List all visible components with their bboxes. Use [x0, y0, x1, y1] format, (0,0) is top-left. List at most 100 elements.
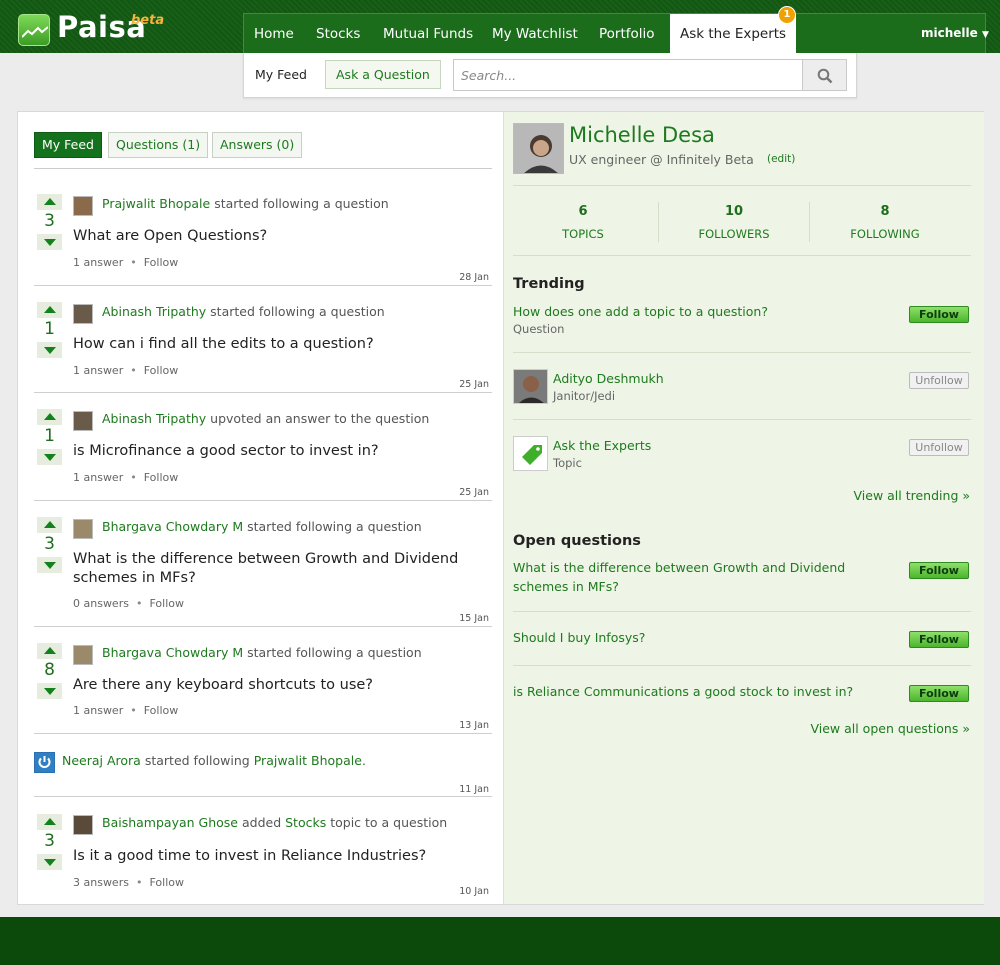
stat-topics[interactable]: 6 TOPICS [508, 204, 658, 241]
vote-control: 3 [37, 517, 62, 573]
follow-button[interactable]: Follow [909, 631, 969, 648]
question-title[interactable]: What are Open Questions? [73, 227, 473, 246]
activity-line: Bhargava Chowdary M started following a … [102, 519, 422, 534]
unfollow-button[interactable]: Unfollow [909, 439, 969, 456]
nav-ask-the-experts[interactable]: Ask the Experts [670, 14, 797, 54]
avatar[interactable] [73, 411, 93, 431]
open-question-link[interactable]: Should I buy Infosys? [513, 628, 645, 647]
top-header: Paisa beta Home Stocks Mutual Funds My W… [0, 0, 1000, 54]
topic-link[interactable]: Stocks [285, 815, 326, 830]
profile-name[interactable]: Michelle Desa [569, 123, 715, 147]
open-question-link[interactable]: is Reliance Communications a good stock … [513, 682, 853, 701]
downvote-icon[interactable] [37, 683, 62, 699]
upvote-icon[interactable] [37, 302, 62, 318]
tab-answers[interactable]: Answers (0) [212, 132, 303, 158]
view-all-open-questions-link[interactable]: View all open questions » [810, 721, 970, 736]
answer-count[interactable]: 0 answers [73, 597, 129, 610]
answer-count[interactable]: 1 answer [73, 471, 123, 484]
search-button[interactable] [803, 59, 847, 91]
feed-item: Neeraj Arora started following Prajwalit… [34, 740, 492, 797]
paisa-logo-icon[interactable] [18, 14, 50, 46]
vote-control: 1 [37, 302, 62, 358]
follow-link[interactable]: Follow [144, 704, 179, 717]
tab-questions[interactable]: Questions (1) [108, 132, 209, 158]
avatar[interactable] [73, 519, 93, 539]
nav-mutual-funds[interactable]: Mutual Funds [373, 14, 483, 54]
ask-question-button[interactable]: Ask a Question [325, 60, 441, 89]
stat-value: 8 [880, 204, 890, 219]
edit-profile-link[interactable]: (edit) [767, 153, 795, 165]
avatar[interactable] [73, 815, 93, 835]
nav-my-watchlist[interactable]: My Watchlist [482, 14, 588, 54]
tab-my-feed[interactable]: My Feed [34, 132, 102, 158]
follow-button[interactable]: Follow [909, 562, 969, 579]
question-title[interactable]: What is the difference between Growth an… [73, 550, 468, 588]
divider [513, 611, 971, 612]
user-link[interactable]: Baishampayan Ghose [102, 815, 238, 830]
downvote-icon[interactable] [37, 342, 62, 358]
user-link[interactable]: Neeraj Arora [62, 753, 141, 768]
follow-link[interactable]: Follow [144, 364, 179, 377]
answer-count[interactable]: 1 answer [73, 704, 123, 717]
trending-heading: Trending [513, 276, 585, 292]
avatar[interactable] [73, 196, 93, 216]
divider [513, 255, 971, 256]
view-all-trending-link[interactable]: View all trending » [854, 488, 970, 503]
question-title[interactable]: is Microfinance a good sector to invest … [73, 442, 473, 461]
upvote-icon[interactable] [37, 643, 62, 659]
stat-following[interactable]: 8 FOLLOWING [810, 204, 960, 241]
downvote-icon[interactable] [37, 449, 62, 465]
follow-link[interactable]: Follow [149, 597, 184, 610]
answer-count[interactable]: 1 answer [73, 364, 123, 377]
downvote-icon[interactable] [37, 854, 62, 870]
date: 11 Jan [459, 784, 489, 795]
target-user-link[interactable]: Prajwalit Bhopale [254, 753, 362, 768]
upvote-icon[interactable] [37, 194, 62, 210]
follow-link[interactable]: Follow [144, 256, 179, 269]
nav-home[interactable]: Home [244, 14, 304, 54]
question-title[interactable]: How can i find all the edits to a questi… [73, 335, 473, 354]
user-menu[interactable]: michelle ▼ [921, 13, 989, 53]
stat-followers[interactable]: 10 FOLLOWERS [659, 204, 809, 241]
search-input[interactable] [453, 59, 803, 91]
avatar[interactable] [73, 304, 93, 324]
search-icon [817, 68, 833, 84]
user-link[interactable]: Abinash Tripathy [102, 411, 206, 426]
trending-question-link[interactable]: How does one add a topic to a question? [513, 302, 768, 321]
follow-link[interactable]: Follow [144, 471, 179, 484]
divider [513, 665, 971, 666]
user-link[interactable]: Abinash Tripathy [102, 304, 206, 319]
activity-line: Neeraj Arora started following Prajwalit… [62, 753, 366, 768]
user-link[interactable]: Prajwalit Bhopale [102, 196, 210, 211]
item-type: Topic [553, 456, 582, 470]
stat-label: FOLLOWING [850, 227, 920, 241]
profile-photo[interactable] [513, 123, 564, 174]
follow-link[interactable]: Follow [149, 876, 184, 889]
question-title[interactable]: Is it a good time to invest in Reliance … [73, 847, 473, 866]
upvote-icon[interactable] [37, 409, 62, 425]
follow-button[interactable]: Follow [909, 685, 969, 702]
subnav-my-feed[interactable]: My Feed [255, 67, 307, 82]
answer-count[interactable]: 3 answers [73, 876, 129, 889]
upvote-icon[interactable] [37, 814, 62, 830]
user-link[interactable]: Bhargava Chowdary M [102, 519, 243, 534]
open-question-link[interactable]: What is the difference between Growth an… [513, 558, 893, 596]
follow-button[interactable]: Follow [909, 306, 969, 323]
downvote-icon[interactable] [37, 557, 62, 573]
nav-portfolio[interactable]: Portfolio [589, 14, 665, 54]
question-title[interactable]: Are there any keyboard shortcuts to use? [73, 676, 473, 695]
open-questions-heading: Open questions [513, 533, 641, 549]
answer-count[interactable]: 1 answer [73, 256, 123, 269]
nav-stocks[interactable]: Stocks [306, 14, 370, 54]
feed-item: 1 Abinash Tripathy upvoted an answer to … [34, 399, 492, 501]
upvote-icon[interactable] [37, 517, 62, 533]
downvote-icon[interactable] [37, 234, 62, 250]
trending-topic-link[interactable]: Ask the Experts [553, 436, 651, 455]
avatar[interactable] [73, 645, 93, 665]
notification-badge[interactable]: 1 [778, 6, 796, 24]
avatar[interactable] [513, 369, 548, 404]
unfollow-button[interactable]: Unfollow [909, 372, 969, 389]
trending-user-link[interactable]: Adityo Deshmukh [553, 369, 664, 388]
user-link[interactable]: Bhargava Chowdary M [102, 645, 243, 660]
activity-line: Baishampayan Ghose added Stocks topic to… [102, 815, 447, 830]
